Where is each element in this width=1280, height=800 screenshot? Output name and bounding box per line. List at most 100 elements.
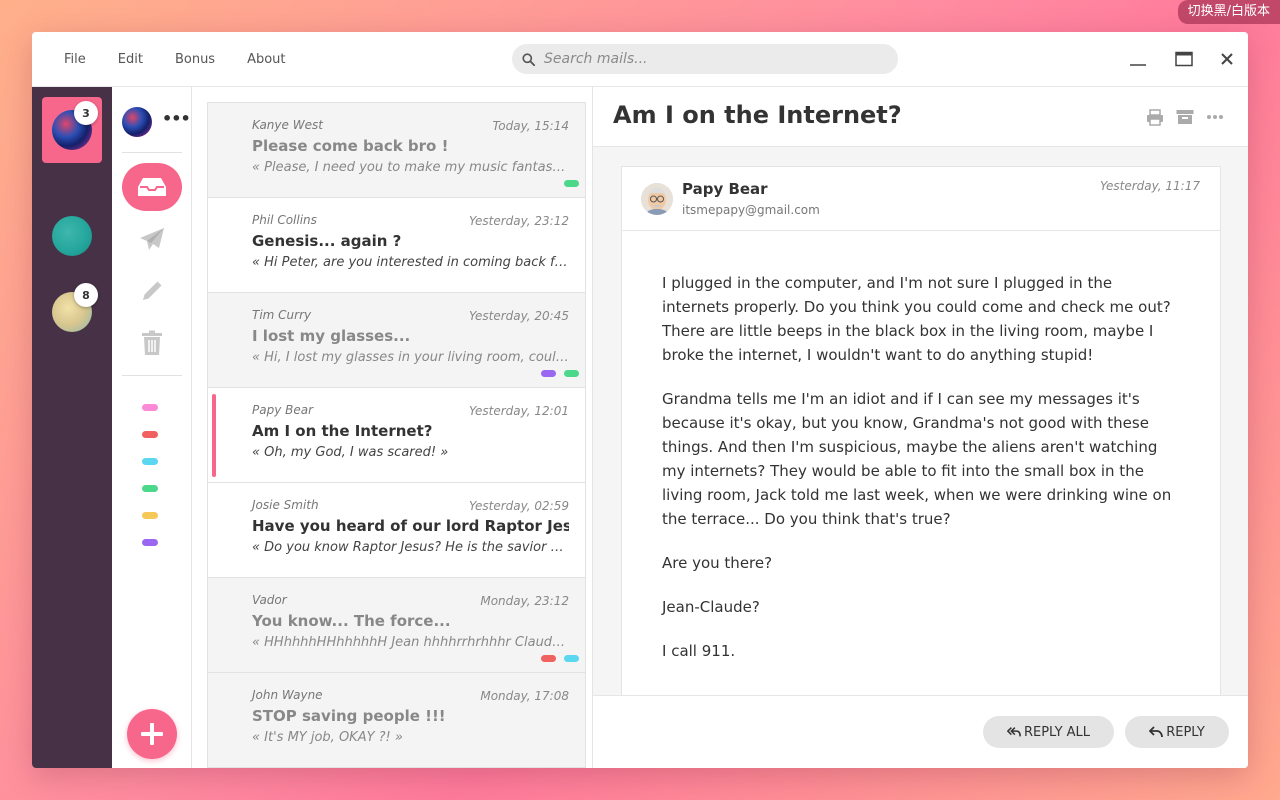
label-yellow[interactable] [142, 512, 158, 519]
mail-preview: « It's MY job, OKAY ?! » [252, 730, 403, 745]
divider [122, 152, 182, 153]
archive-button[interactable] [1175, 107, 1195, 127]
mail-tags [541, 370, 579, 377]
mail-preview: « Please, I need you to make my music fa… [252, 160, 569, 175]
account-2[interactable] [42, 203, 102, 269]
mail-subject: You know... The force... [252, 612, 451, 630]
minimize-icon [1130, 64, 1146, 66]
selected-indicator [212, 394, 216, 477]
titlebar: File Edit Bonus About [32, 32, 1248, 87]
mail-list-item[interactable]: Vador Monday, 23:12 You know... The force.… [208, 578, 585, 673]
mail-list-item[interactable]: Papy Bear Yesterday, 12:01 Am I on the Int… [208, 388, 585, 483]
reply-label: REPLY [1166, 724, 1205, 740]
mail-list-item[interactable]: Tim Curry Yesterday, 20:45 I lost my glass… [208, 293, 585, 388]
reply-button[interactable]: REPLY [1125, 716, 1229, 748]
mail-tags [564, 180, 579, 187]
mail-paragraph: Grandma tells me I'm an idiot and if I c… [662, 390, 1172, 528]
label-pink[interactable] [142, 404, 158, 411]
mail-list-item[interactable]: John Wayne Monday, 17:08 STOP saving peopl… [208, 673, 585, 768]
tag-chip [564, 180, 579, 187]
mail-tags [541, 655, 579, 662]
maximize-icon [1175, 51, 1193, 67]
mail-list: Kanye West Today, 15:14 Please come back b… [207, 102, 586, 768]
label-cyan[interactable] [142, 458, 158, 465]
print-button[interactable] [1145, 107, 1165, 127]
search-bar[interactable] [512, 44, 898, 74]
mail-date: Yesterday, 23:12 [468, 214, 569, 228]
mail-preview: « HHhhhhHHhhhhhH Jean hhhhrrhrhhhr Claud… [252, 635, 569, 650]
reply-all-button[interactable]: REPLY ALL [983, 716, 1114, 748]
more-options-icon[interactable]: ••• [162, 109, 191, 128]
old-man-avatar-icon [641, 183, 673, 215]
accounts-sidebar: 3 8 [32, 87, 112, 768]
mail-date: Today, 15:14 [492, 119, 569, 133]
pencil-icon [143, 281, 162, 300]
theme-toggle-button[interactable]: 切换黑/白版本 [1177, 0, 1280, 24]
drafts-button[interactable] [122, 267, 182, 315]
mail-subject: I lost my glasses... [252, 327, 411, 345]
minimize-button[interactable] [1127, 48, 1149, 70]
mail-date: Yesterday, 20:45 [468, 309, 569, 323]
mail-list-item[interactable]: Josie Smith Yesterday, 02:59 Have you hear… [208, 483, 585, 578]
mail-app-window: File Edit Bonus About 3 8 [32, 32, 1248, 768]
menu-about[interactable]: About [247, 52, 285, 67]
menu-bonus[interactable]: Bonus [175, 52, 215, 67]
mail-list-item[interactable]: Phil Collins Yesterday, 23:12 Genesis... a… [208, 198, 585, 293]
menu-bar: File Edit Bonus About [32, 32, 286, 87]
mail-date: Monday, 17:08 [480, 689, 569, 703]
more-actions-button[interactable] [1205, 107, 1225, 127]
mail-paragraph: Jean-Claude? [662, 598, 760, 616]
close-button[interactable] [1216, 48, 1238, 70]
compose-button[interactable] [127, 709, 177, 759]
mail-paragraph: Are you there? [662, 554, 773, 572]
mail-preview: « Do you know Raptor Jesus? He is the sa… [252, 540, 569, 555]
mail-subject: Have you heard of our lord Raptor Jesus? [252, 517, 569, 535]
sent-button[interactable] [122, 215, 182, 263]
trash-icon [142, 330, 162, 355]
inbox-button[interactable] [122, 163, 182, 211]
label-red[interactable] [142, 431, 158, 438]
trash-button[interactable] [122, 319, 182, 367]
mail-list-item[interactable]: Kanye West Today, 15:14 Please come back b… [208, 103, 585, 198]
avatar [52, 216, 92, 256]
reader-footer: REPLY ALL REPLY [593, 695, 1248, 768]
reply-icon [1149, 726, 1164, 738]
search-icon [522, 52, 535, 66]
mail-paragraph: I call 911. [662, 642, 736, 660]
divider [122, 375, 182, 376]
plus-icon [141, 723, 163, 745]
reader-header: Am I on the Internet? [593, 87, 1248, 147]
mail-card: Papy Bear itsmepapy@gmail.com Yesterday,… [621, 166, 1221, 695]
label-green[interactable] [142, 485, 158, 492]
menu-edit[interactable]: Edit [118, 52, 143, 67]
mail-meta: Papy Bear itsmepapy@gmail.com Yesterday,… [622, 167, 1220, 231]
search-input[interactable] [544, 51, 874, 67]
unread-badge: 3 [74, 101, 98, 125]
unread-badge: 8 [74, 283, 98, 307]
maximize-button[interactable] [1173, 48, 1195, 70]
sender-email: itsmepapy@gmail.com [682, 203, 820, 217]
send-icon [140, 228, 164, 250]
archive-icon [1176, 110, 1194, 124]
reading-pane: Am I on the Internet? Papy Bear itsmepap… [592, 87, 1248, 768]
sender-name: Papy Bear [682, 180, 768, 198]
tag-chip [541, 370, 556, 377]
close-icon [1221, 53, 1233, 65]
sender-avatar [641, 183, 673, 215]
label-purple[interactable] [142, 539, 158, 546]
mail-date: Yesterday, 12:01 [468, 404, 569, 418]
inbox-icon [138, 178, 166, 196]
mail-subject: Please come back bro ! [252, 137, 449, 155]
reply-all-label: REPLY ALL [1023, 724, 1091, 740]
reader-body: Papy Bear itsmepapy@gmail.com Yesterday,… [593, 147, 1248, 695]
mail-date: Monday, 23:12 [480, 594, 569, 608]
mail-preview: « Oh, my God, I was scared! » [252, 445, 449, 460]
account-1[interactable]: 3 [42, 97, 102, 163]
mail-subject-title: Am I on the Internet? [613, 101, 902, 129]
mail-subject: Genesis... again ? [252, 232, 402, 250]
account-3[interactable]: 8 [42, 279, 102, 345]
menu-file[interactable]: File [64, 52, 86, 67]
mail-subject: Am I on the Internet? [252, 422, 433, 440]
mail-date: Yesterday, 02:59 [468, 499, 569, 513]
print-icon [1147, 108, 1163, 126]
